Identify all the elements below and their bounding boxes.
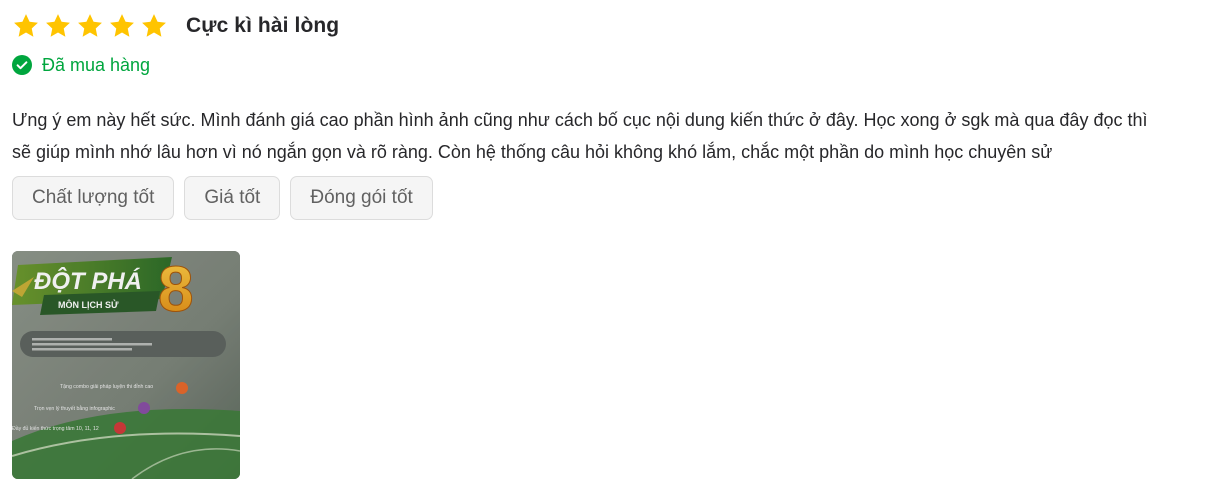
star-icon	[78, 14, 102, 37]
star-icon	[110, 14, 134, 37]
review-photo-thumbnail[interactable]: ĐỘT PHÁ MÔN LỊCH SỬ 8 Tặng combo giải ph…	[12, 251, 240, 479]
comment-line: Ưng ý em này hết sức. Mình đánh giá cao …	[12, 110, 1148, 130]
star-icon	[142, 14, 166, 37]
rating-row: Cực kì hài lòng	[12, 10, 339, 42]
review-tags: Chất lượng tốt Giá tốt Đóng gói tốt	[12, 176, 433, 220]
star-icon	[46, 14, 70, 37]
tag-quality[interactable]: Chất lượng tốt	[12, 176, 175, 220]
purchased-badge: Đã mua hàng	[12, 53, 150, 77]
tag-packaging[interactable]: Đóng gói tốt	[290, 176, 433, 220]
book-cover-image: ĐỘT PHÁ MÔN LỊCH SỬ 8 Tặng combo giải ph…	[12, 251, 240, 479]
review-comment: Ưng ý em này hết sức. Mình đánh giá cao …	[12, 104, 1222, 168]
star-icon	[14, 14, 38, 37]
tag-price[interactable]: Giá tốt	[184, 176, 281, 220]
rating-label: Cực kì hài lòng	[186, 14, 340, 37]
purchased-label: Đã mua hàng	[42, 54, 151, 75]
comment-line: sẽ giúp mình nhớ lâu hơn vì nó ngắn gọn …	[12, 142, 1053, 162]
review-item: Cực kì hài lòng Đã mua hàng Ưng ý em này…	[0, 0, 1227, 483]
check-circle-icon	[12, 55, 32, 75]
star-rating	[12, 12, 168, 40]
